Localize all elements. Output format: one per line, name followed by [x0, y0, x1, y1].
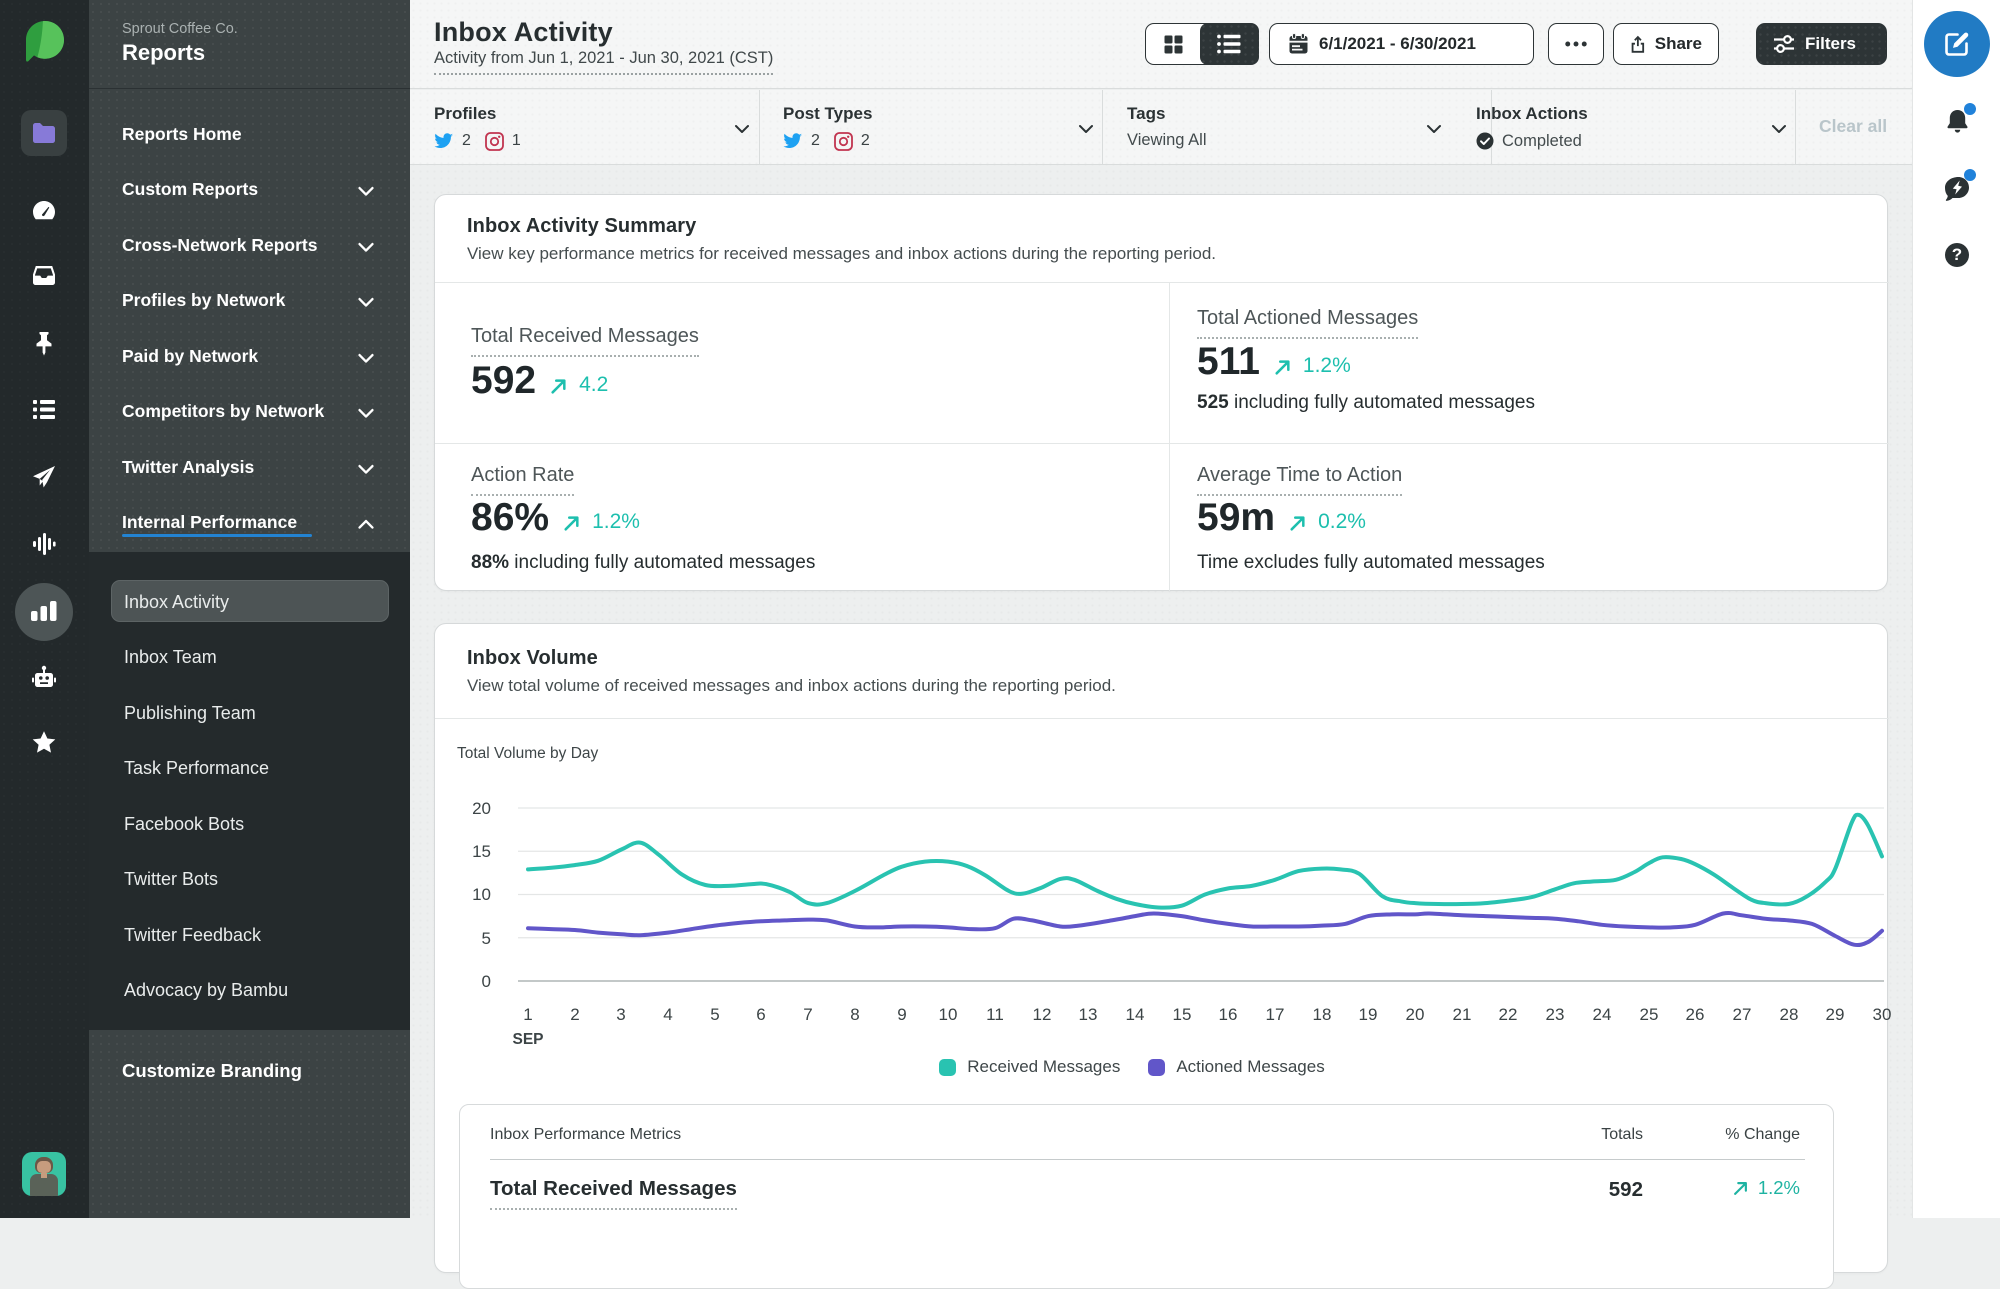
svg-text:5: 5 [482, 929, 491, 948]
svg-text:8: 8 [850, 1005, 859, 1024]
svg-text:13: 13 [1079, 1005, 1098, 1024]
svg-text:27: 27 [1733, 1005, 1752, 1024]
svg-text:20: 20 [472, 799, 491, 818]
svg-text:SEP: SEP [512, 1031, 543, 1048]
svg-text:5: 5 [710, 1005, 719, 1024]
svg-text:9: 9 [897, 1005, 906, 1024]
svg-text:12: 12 [1033, 1005, 1052, 1024]
svg-text:28: 28 [1780, 1005, 1799, 1024]
svg-text:19: 19 [1359, 1005, 1378, 1024]
svg-text:3: 3 [616, 1005, 625, 1024]
svg-text:17: 17 [1266, 1005, 1285, 1024]
svg-text:7: 7 [803, 1005, 812, 1024]
svg-text:16: 16 [1219, 1005, 1238, 1024]
svg-text:4: 4 [663, 1005, 672, 1024]
svg-text:30: 30 [1873, 1005, 1892, 1024]
svg-text:22: 22 [1499, 1005, 1518, 1024]
svg-text:15: 15 [472, 842, 491, 861]
svg-text:10: 10 [939, 1005, 958, 1024]
svg-text:29: 29 [1826, 1005, 1845, 1024]
svg-text:11: 11 [986, 1005, 1004, 1024]
svg-text:0: 0 [482, 972, 491, 991]
svg-text:6: 6 [756, 1005, 765, 1024]
svg-text:18: 18 [1313, 1005, 1332, 1024]
svg-text:20: 20 [1406, 1005, 1425, 1024]
svg-text:23: 23 [1546, 1005, 1565, 1024]
svg-text:1: 1 [523, 1005, 532, 1024]
svg-text:10: 10 [472, 885, 491, 904]
svg-text:2: 2 [570, 1005, 579, 1024]
svg-text:26: 26 [1686, 1005, 1705, 1024]
svg-text:14: 14 [1126, 1005, 1145, 1024]
svg-text:15: 15 [1173, 1005, 1192, 1024]
svg-text:21: 21 [1453, 1005, 1472, 1024]
svg-text:24: 24 [1593, 1005, 1612, 1024]
svg-text:25: 25 [1640, 1005, 1659, 1024]
